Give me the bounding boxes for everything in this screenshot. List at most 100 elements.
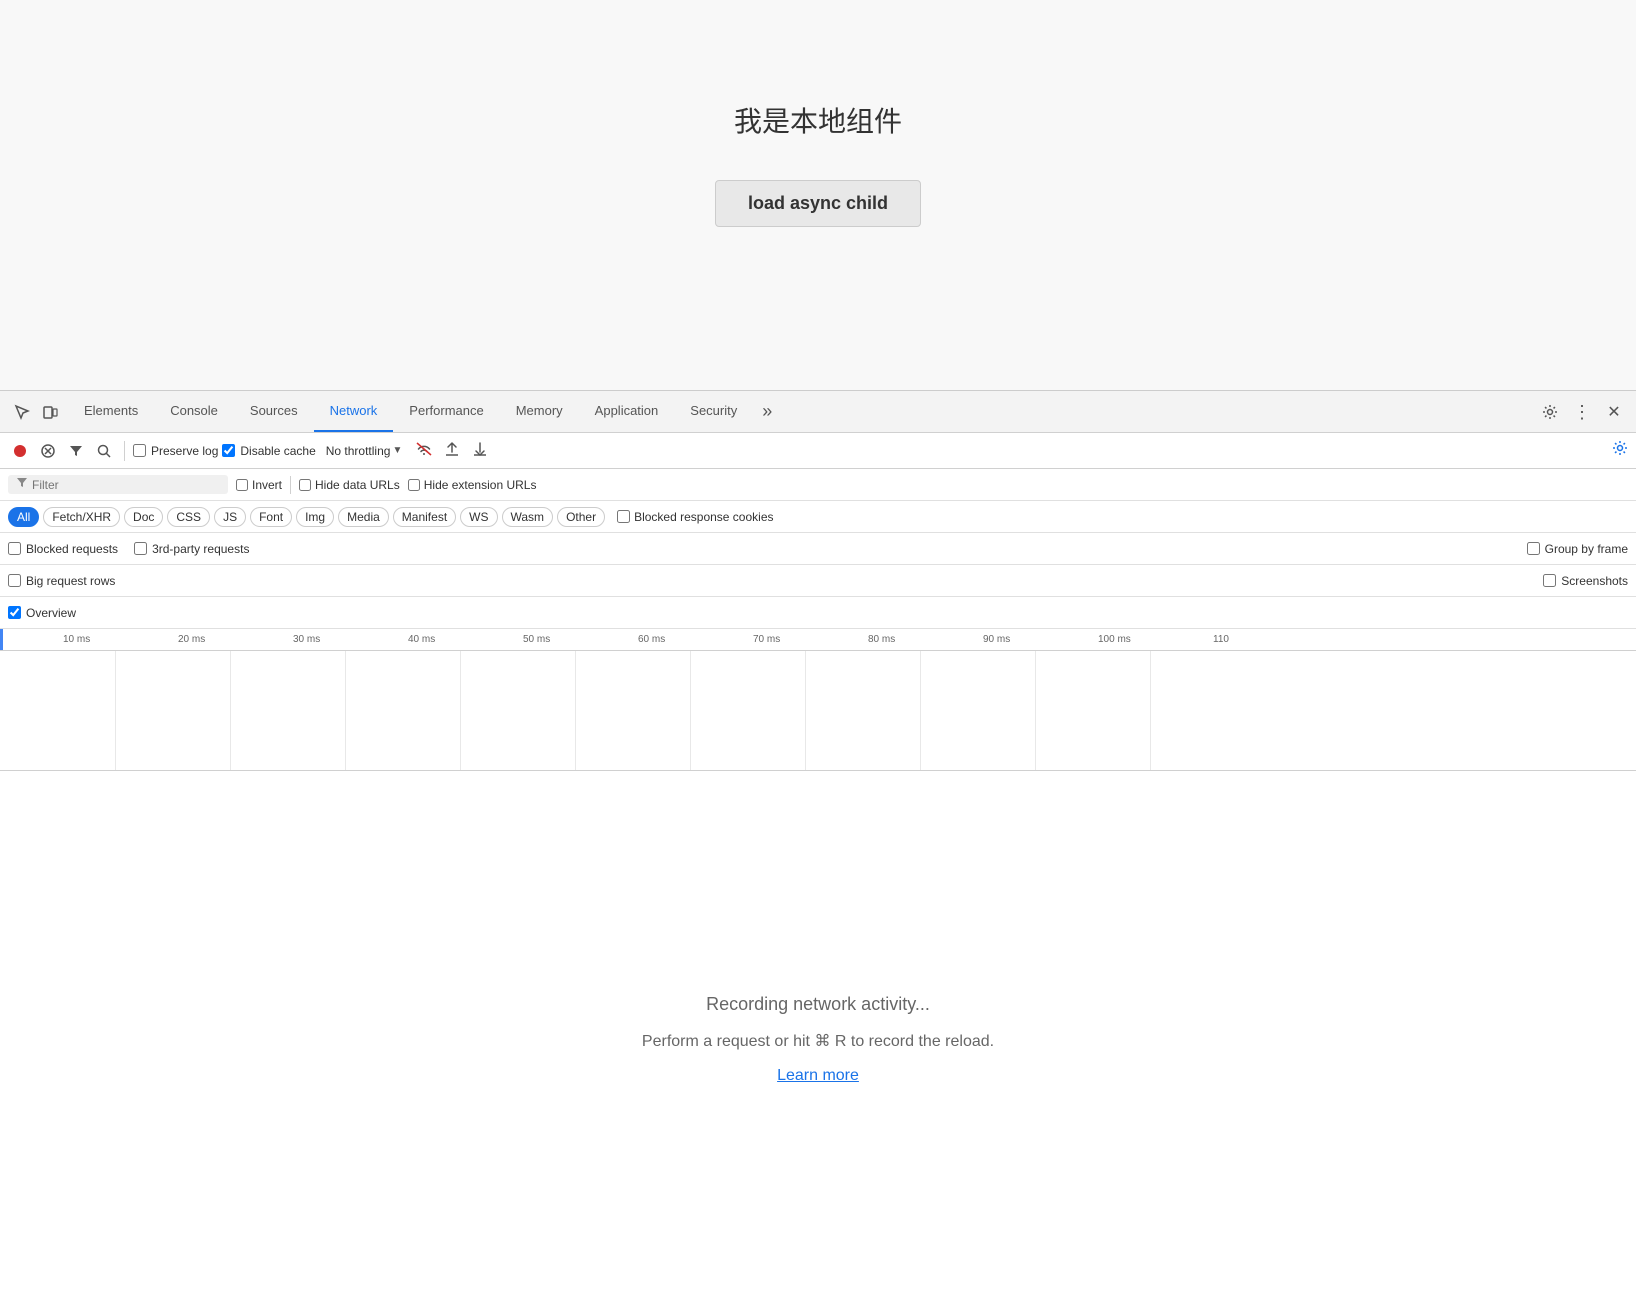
type-filter-manifest[interactable]: Manifest (393, 507, 456, 527)
throttle-select[interactable]: No throttling ▼ (320, 442, 409, 460)
type-filter-media[interactable]: Media (338, 507, 389, 527)
options-row-1: Blocked requests 3rd-party requests Grou… (0, 533, 1636, 565)
tab-sources[interactable]: Sources (234, 391, 314, 432)
overview-label: Overview (26, 606, 76, 620)
invert-checkbox[interactable]: Invert (236, 478, 282, 492)
timeline-60ms: 60 ms (638, 634, 665, 645)
type-filter-row: All Fetch/XHR Doc CSS JS Font Img Media … (0, 501, 1636, 533)
hide-ext-urls-label: Hide extension URLs (424, 478, 537, 492)
timeline-40ms: 40 ms (408, 634, 435, 645)
invert-label: Invert (252, 478, 282, 492)
filter-sep-1 (290, 476, 291, 494)
options-right-1: Group by frame (1527, 542, 1628, 556)
tab-elements[interactable]: Elements (68, 391, 154, 432)
blocked-requests-input[interactable] (8, 542, 21, 555)
hide-data-urls-input[interactable] (299, 479, 311, 491)
throttle-arrow-icon: ▼ (392, 445, 402, 456)
options-row-2: Big request rows Screenshots (0, 565, 1636, 597)
group-by-frame-checkbox[interactable]: Group by frame (1527, 542, 1628, 556)
third-party-checkbox[interactable]: 3rd-party requests (134, 542, 249, 556)
timeline-10ms: 10 ms (63, 634, 90, 645)
type-filter-css[interactable]: CSS (167, 507, 210, 527)
hide-ext-urls-input[interactable] (408, 479, 420, 491)
filter-row: Invert Hide data URLs Hide extension URL… (0, 469, 1636, 501)
big-request-rows-label: Big request rows (26, 574, 115, 588)
disable-cache-checkbox[interactable]: Disable cache (222, 444, 315, 458)
tab-application[interactable]: Application (579, 391, 675, 432)
big-request-rows-checkbox[interactable]: Big request rows (8, 574, 115, 588)
throttle-label: No throttling (326, 444, 391, 458)
timeline-labels: 10 ms 20 ms 30 ms 40 ms 50 ms 60 ms 70 m… (3, 629, 1636, 650)
options-left-2: Big request rows (8, 574, 1527, 588)
tab-performance[interactable]: Performance (393, 391, 499, 432)
type-filter-img[interactable]: Img (296, 507, 334, 527)
big-request-rows-input[interactable] (8, 574, 21, 587)
learn-more-link[interactable]: Learn more (777, 1067, 859, 1085)
hide-ext-urls-checkbox[interactable]: Hide extension URLs (408, 478, 537, 492)
inspect-element-icon[interactable] (8, 398, 36, 426)
tab-memory[interactable]: Memory (500, 391, 579, 432)
type-filter-wasm[interactable]: Wasm (502, 507, 554, 527)
more-tabs-button[interactable]: » (753, 398, 781, 426)
load-async-child-button[interactable]: load async child (715, 180, 921, 227)
blocked-cookies-label: Blocked response cookies (634, 510, 773, 524)
preserve-log-label: Preserve log (151, 444, 218, 458)
devtools-toolbar-right: ⋮ ✕ (1536, 398, 1628, 426)
options-right-2: Screenshots (1543, 574, 1628, 588)
network-toolbar: Preserve log Disable cache No throttling… (0, 433, 1636, 469)
timeline-bars (0, 651, 1636, 770)
disable-cache-label: Disable cache (240, 444, 315, 458)
filter-toggle-icon[interactable] (64, 439, 88, 463)
options-row-3: Overview (0, 597, 1636, 629)
search-icon[interactable] (92, 439, 116, 463)
blocked-cookies-input[interactable] (617, 510, 630, 523)
filter-input[interactable] (32, 478, 212, 492)
type-filter-font[interactable]: Font (250, 507, 292, 527)
preserve-log-checkbox[interactable]: Preserve log (133, 444, 218, 458)
tab-console[interactable]: Console (154, 391, 234, 432)
clear-button[interactable] (36, 439, 60, 463)
timeline-100ms: 100 ms (1098, 634, 1131, 645)
timeline-90ms: 90 ms (983, 634, 1010, 645)
options-left: Blocked requests 3rd-party requests (8, 542, 1511, 556)
timeline-30ms: 30 ms (293, 634, 320, 645)
blocked-requests-checkbox[interactable]: Blocked requests (8, 542, 118, 556)
disable-cache-input[interactable] (222, 444, 235, 457)
type-filter-doc[interactable]: Doc (124, 507, 163, 527)
timeline-110ms: 110 (1213, 634, 1229, 645)
type-filter-ws[interactable]: WS (460, 507, 497, 527)
invert-input[interactable] (236, 479, 248, 491)
more-options-icon[interactable]: ⋮ (1568, 398, 1596, 426)
filter-input-wrap (8, 475, 228, 494)
device-mode-icon[interactable] (36, 398, 64, 426)
devtools-tabs-list: Elements Console Sources Network Perform… (68, 391, 1536, 432)
type-filter-js[interactable]: JS (214, 507, 246, 527)
close-devtools-icon[interactable]: ✕ (1600, 398, 1628, 426)
preserve-log-input[interactable] (133, 444, 146, 457)
screenshots-input[interactable] (1543, 574, 1556, 587)
blocked-cookies-checkbox[interactable]: Blocked response cookies (617, 510, 773, 524)
group-by-frame-label: Group by frame (1545, 542, 1628, 556)
third-party-input[interactable] (134, 542, 147, 555)
network-settings-icon[interactable] (1612, 440, 1628, 461)
timeline-grid (0, 651, 1636, 770)
tab-network[interactable]: Network (314, 391, 394, 432)
overview-checkbox[interactable]: Overview (8, 606, 76, 620)
timeline-chart (0, 651, 1636, 771)
screenshots-checkbox[interactable]: Screenshots (1543, 574, 1628, 588)
wifi-icon[interactable] (412, 440, 436, 461)
hide-data-urls-checkbox[interactable]: Hide data URLs (299, 478, 400, 492)
devtools-tab-bar: Elements Console Sources Network Perform… (0, 391, 1636, 433)
upload-icon[interactable] (440, 439, 464, 462)
settings-icon[interactable] (1536, 398, 1564, 426)
filter-funnel-icon (16, 477, 28, 492)
group-by-frame-input[interactable] (1527, 542, 1540, 555)
overview-input[interactable] (8, 606, 21, 619)
type-filter-other[interactable]: Other (557, 507, 605, 527)
record-button[interactable] (8, 439, 32, 463)
devtools-panel: Elements Console Sources Network Perform… (0, 390, 1636, 1308)
tab-security[interactable]: Security (674, 391, 753, 432)
type-filter-fetch-xhr[interactable]: Fetch/XHR (43, 507, 120, 527)
download-icon[interactable] (468, 439, 492, 462)
type-filter-all[interactable]: All (8, 507, 39, 527)
